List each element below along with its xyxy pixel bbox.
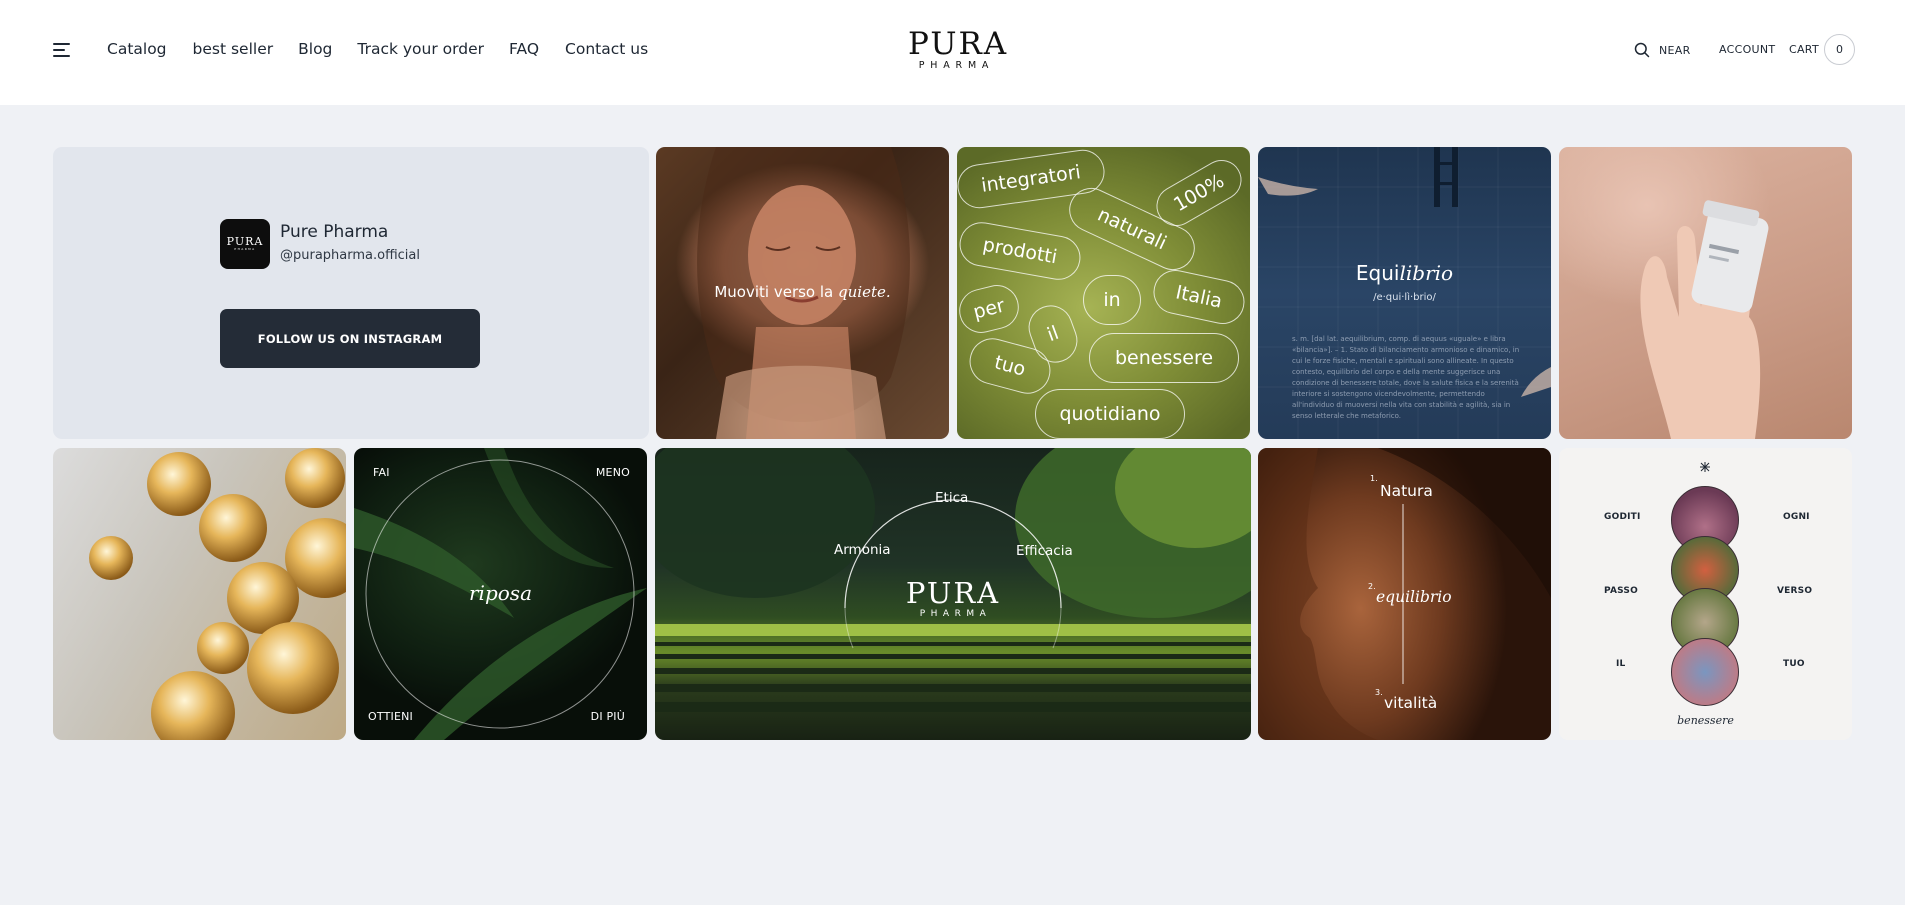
photo-circle-blossom	[1671, 638, 1739, 706]
avatar[interactable]: PURA PHARMA	[220, 219, 270, 269]
nav-faq[interactable]: FAQ	[509, 40, 539, 58]
site-header: Catalog best seller Blog Track your orde…	[0, 0, 1905, 105]
site-logo[interactable]: PURA PHARMA	[908, 26, 1009, 72]
instagram-post-natura[interactable]: 1. Natura 2. equilibrio 3. vitalità	[1258, 448, 1551, 740]
profile-name: Pure Pharma	[280, 222, 389, 242]
riposa-corner-ottieni: OTTIENI	[368, 710, 413, 723]
avatar-logo-sub: PHARMA	[234, 247, 256, 251]
instagram-post-etica-armonia-efficacia[interactable]: Etica Armonia Efficacia PURA PHARMA	[655, 448, 1251, 740]
hand-with-jar-illustration	[1640, 200, 1769, 439]
instagram-post-oil-bubbles[interactable]	[53, 448, 346, 740]
word-pill: benessere	[1089, 333, 1239, 383]
instagram-post-product-hand[interactable]	[1559, 147, 1852, 439]
cart-count-badge: 0	[1823, 34, 1855, 65]
efficacia-label: Efficacia	[1016, 543, 1073, 559]
riposa-word: riposa	[469, 581, 532, 605]
cart-button[interactable]: CART 0	[1789, 34, 1855, 65]
search-icon	[1634, 42, 1650, 58]
word-pill: in	[1083, 275, 1141, 325]
natura-num-1: 1.	[1370, 474, 1378, 483]
natura-num-2: 2.	[1368, 582, 1376, 591]
instagram-post-quiete[interactable]: Muoviti verso la quiete.	[656, 147, 949, 439]
menu-icon[interactable]	[53, 41, 73, 59]
word-pill: prodotti	[957, 218, 1084, 284]
riposa-corner-fai: FAI	[373, 466, 390, 479]
equilibrio-word: equilibrio	[1376, 588, 1452, 606]
benessere-word: benessere	[1677, 714, 1734, 727]
instagram-profile-card: PURA PHARMA Pure Pharma @purapharma.offi…	[53, 147, 649, 439]
account-link[interactable]: ACCOUNT	[1719, 43, 1775, 56]
instagram-post-integratori[interactable]: integratori 100% naturali prodotti in It…	[957, 147, 1250, 439]
etica-brand-logo: PURA PHARMA	[655, 578, 1251, 620]
nav-best-seller[interactable]: best seller	[193, 40, 274, 58]
word-pill: quotidiano	[1035, 389, 1185, 439]
oil-bubbles-illustration	[89, 448, 346, 740]
armonia-label: Armonia	[834, 542, 891, 558]
passo-word: PASSO	[1604, 586, 1638, 596]
riposa-corner-meno: MENO	[595, 466, 630, 479]
avatar-logo-main: PURA	[226, 235, 264, 248]
logo-main: PURA	[908, 26, 1009, 62]
quiete-caption: Muoviti verso la quiete.	[714, 283, 891, 301]
profile-handle[interactable]: @purapharma.official	[280, 248, 420, 263]
follow-instagram-button[interactable]: FOLLOW US ON INSTAGRAM	[220, 309, 480, 368]
tuo-word: TUO	[1783, 659, 1805, 669]
natura-num-3: 3.	[1375, 688, 1383, 697]
nav-track-order[interactable]: Track your order	[357, 40, 484, 58]
word-pill: per	[957, 280, 1024, 338]
word-pill: Italia	[1149, 265, 1249, 329]
instagram-post-equilibrio[interactable]: Equilibrio /e·qui·lì·brio/ s. m. [dal la…	[1258, 147, 1551, 439]
vitalita-word: vitalità	[1384, 694, 1438, 712]
goditi-word: GODITI	[1604, 512, 1641, 522]
equilibrio-definition: s. m. [dal lat. aequilibrium, comp. di a…	[1292, 335, 1520, 420]
verso-word: VERSO	[1777, 586, 1813, 596]
search-button[interactable]: NEAR	[1634, 42, 1691, 58]
main-nav: Catalog best seller Blog Track your orde…	[107, 40, 648, 58]
equilibrio-phonetic: /e·qui·lì·brio/	[1373, 292, 1436, 303]
riposa-corner-di-piu: DI PIÙ	[590, 710, 625, 723]
il-word: IL	[1616, 659, 1626, 669]
cart-label: CART	[1789, 43, 1819, 56]
nav-contact[interactable]: Contact us	[565, 40, 648, 58]
nav-catalog[interactable]: Catalog	[107, 40, 167, 58]
logo-sub: PHARMA	[918, 60, 995, 71]
nav-blog[interactable]: Blog	[298, 40, 332, 58]
equilibrio-title: Equilibrio	[1355, 261, 1454, 285]
etica-logo-sub: PHARMA	[919, 609, 992, 619]
instagram-post-riposa[interactable]: FAI MENO OTTIENI DI PIÙ riposa	[354, 448, 647, 740]
ogni-word: OGNI	[1783, 512, 1810, 522]
search-label: NEAR	[1659, 43, 1691, 57]
etica-logo-main: PURA	[905, 576, 1001, 610]
natura-word: Natura	[1380, 482, 1433, 500]
etica-label: Etica	[935, 490, 969, 506]
instagram-post-goditi[interactable]: GODITI OGNI PASSO VERSO IL TUO benessere	[1559, 448, 1852, 740]
